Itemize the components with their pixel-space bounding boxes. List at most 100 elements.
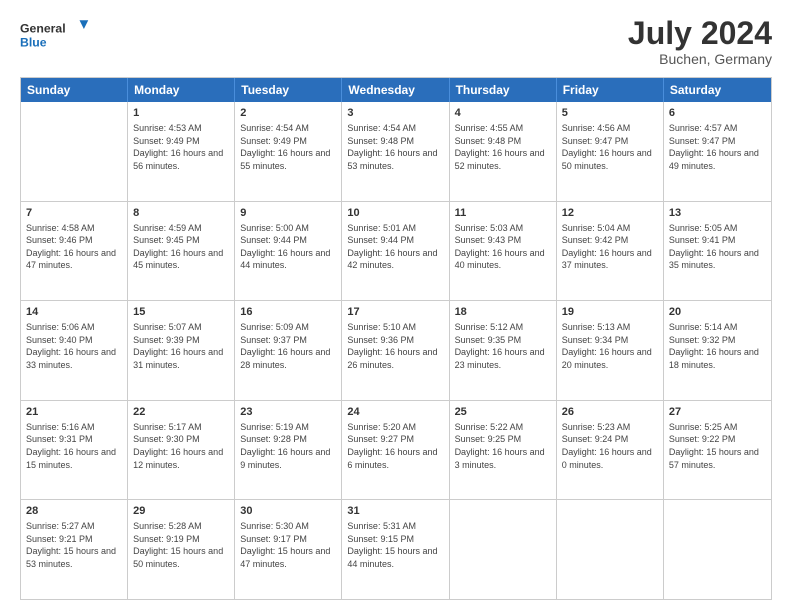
calendar-cell-2-0: 14Sunrise: 5:06 AMSunset: 9:40 PMDayligh… <box>21 301 128 400</box>
calendar-cell-3-5: 26Sunrise: 5:23 AMSunset: 9:24 PMDayligh… <box>557 401 664 500</box>
day-number: 10 <box>347 206 443 221</box>
cell-info: Sunrise: 4:55 AMSunset: 9:48 PMDaylight:… <box>455 122 551 172</box>
day-number: 14 <box>26 305 122 320</box>
cell-info: Sunrise: 5:23 AMSunset: 9:24 PMDaylight:… <box>562 421 658 471</box>
calendar-row-2: 14Sunrise: 5:06 AMSunset: 9:40 PMDayligh… <box>21 300 771 400</box>
day-number: 16 <box>240 305 336 320</box>
calendar-row-4: 28Sunrise: 5:27 AMSunset: 9:21 PMDayligh… <box>21 499 771 599</box>
calendar: SundayMondayTuesdayWednesdayThursdayFrid… <box>20 77 772 600</box>
cell-info: Sunrise: 5:25 AMSunset: 9:22 PMDaylight:… <box>669 421 766 471</box>
cell-info: Sunrise: 5:14 AMSunset: 9:32 PMDaylight:… <box>669 321 766 371</box>
calendar-header: SundayMondayTuesdayWednesdayThursdayFrid… <box>21 78 771 102</box>
calendar-cell-1-4: 11Sunrise: 5:03 AMSunset: 9:43 PMDayligh… <box>450 202 557 301</box>
calendar-cell-3-1: 22Sunrise: 5:17 AMSunset: 9:30 PMDayligh… <box>128 401 235 500</box>
day-number: 21 <box>26 405 122 420</box>
day-number: 6 <box>669 106 766 121</box>
cell-info: Sunrise: 5:19 AMSunset: 9:28 PMDaylight:… <box>240 421 336 471</box>
title-block: July 2024 Buchen, Germany <box>628 16 772 67</box>
calendar-cell-2-3: 17Sunrise: 5:10 AMSunset: 9:36 PMDayligh… <box>342 301 449 400</box>
cell-info: Sunrise: 5:05 AMSunset: 9:41 PMDaylight:… <box>669 222 766 272</box>
cell-info: Sunrise: 4:54 AMSunset: 9:48 PMDaylight:… <box>347 122 443 172</box>
svg-text:General: General <box>20 22 66 36</box>
calendar-cell-0-3: 3Sunrise: 4:54 AMSunset: 9:48 PMDaylight… <box>342 102 449 201</box>
day-number: 13 <box>669 206 766 221</box>
day-number: 2 <box>240 106 336 121</box>
calendar-cell-1-5: 12Sunrise: 5:04 AMSunset: 9:42 PMDayligh… <box>557 202 664 301</box>
day-number: 5 <box>562 106 658 121</box>
cell-info: Sunrise: 4:54 AMSunset: 9:49 PMDaylight:… <box>240 122 336 172</box>
calendar-cell-0-0 <box>21 102 128 201</box>
cell-info: Sunrise: 5:31 AMSunset: 9:15 PMDaylight:… <box>347 520 443 570</box>
calendar-row-1: 7Sunrise: 4:58 AMSunset: 9:46 PMDaylight… <box>21 201 771 301</box>
header-day-monday: Monday <box>128 78 235 102</box>
cell-info: Sunrise: 4:53 AMSunset: 9:49 PMDaylight:… <box>133 122 229 172</box>
logo-svg: General Blue <box>20 16 90 56</box>
header-day-thursday: Thursday <box>450 78 557 102</box>
cell-info: Sunrise: 5:04 AMSunset: 9:42 PMDaylight:… <box>562 222 658 272</box>
calendar-body: 1Sunrise: 4:53 AMSunset: 9:49 PMDaylight… <box>21 102 771 599</box>
day-number: 20 <box>669 305 766 320</box>
day-number: 4 <box>455 106 551 121</box>
header-day-sunday: Sunday <box>21 78 128 102</box>
header-day-tuesday: Tuesday <box>235 78 342 102</box>
cell-info: Sunrise: 5:10 AMSunset: 9:36 PMDaylight:… <box>347 321 443 371</box>
cell-info: Sunrise: 5:13 AMSunset: 9:34 PMDaylight:… <box>562 321 658 371</box>
day-number: 22 <box>133 405 229 420</box>
calendar-cell-0-1: 1Sunrise: 4:53 AMSunset: 9:49 PMDaylight… <box>128 102 235 201</box>
day-number: 29 <box>133 504 229 519</box>
cell-info: Sunrise: 5:27 AMSunset: 9:21 PMDaylight:… <box>26 520 122 570</box>
subtitle: Buchen, Germany <box>628 51 772 67</box>
cell-info: Sunrise: 5:09 AMSunset: 9:37 PMDaylight:… <box>240 321 336 371</box>
calendar-cell-0-6: 6Sunrise: 4:57 AMSunset: 9:47 PMDaylight… <box>664 102 771 201</box>
calendar-cell-2-5: 19Sunrise: 5:13 AMSunset: 9:34 PMDayligh… <box>557 301 664 400</box>
day-number: 26 <box>562 405 658 420</box>
day-number: 3 <box>347 106 443 121</box>
day-number: 30 <box>240 504 336 519</box>
day-number: 11 <box>455 206 551 221</box>
day-number: 19 <box>562 305 658 320</box>
cell-info: Sunrise: 4:58 AMSunset: 9:46 PMDaylight:… <box>26 222 122 272</box>
calendar-cell-1-6: 13Sunrise: 5:05 AMSunset: 9:41 PMDayligh… <box>664 202 771 301</box>
day-number: 18 <box>455 305 551 320</box>
day-number: 1 <box>133 106 229 121</box>
calendar-cell-4-4 <box>450 500 557 599</box>
calendar-cell-1-0: 7Sunrise: 4:58 AMSunset: 9:46 PMDaylight… <box>21 202 128 301</box>
calendar-cell-4-3: 31Sunrise: 5:31 AMSunset: 9:15 PMDayligh… <box>342 500 449 599</box>
cell-info: Sunrise: 5:12 AMSunset: 9:35 PMDaylight:… <box>455 321 551 371</box>
day-number: 25 <box>455 405 551 420</box>
calendar-cell-0-5: 5Sunrise: 4:56 AMSunset: 9:47 PMDaylight… <box>557 102 664 201</box>
day-number: 31 <box>347 504 443 519</box>
calendar-cell-2-2: 16Sunrise: 5:09 AMSunset: 9:37 PMDayligh… <box>235 301 342 400</box>
header-day-wednesday: Wednesday <box>342 78 449 102</box>
calendar-cell-1-2: 9Sunrise: 5:00 AMSunset: 9:44 PMDaylight… <box>235 202 342 301</box>
calendar-cell-2-1: 15Sunrise: 5:07 AMSunset: 9:39 PMDayligh… <box>128 301 235 400</box>
day-number: 12 <box>562 206 658 221</box>
cell-info: Sunrise: 5:22 AMSunset: 9:25 PMDaylight:… <box>455 421 551 471</box>
calendar-cell-1-1: 8Sunrise: 4:59 AMSunset: 9:45 PMDaylight… <box>128 202 235 301</box>
calendar-cell-4-6 <box>664 500 771 599</box>
calendar-cell-3-0: 21Sunrise: 5:16 AMSunset: 9:31 PMDayligh… <box>21 401 128 500</box>
header-day-saturday: Saturday <box>664 78 771 102</box>
calendar-cell-1-3: 10Sunrise: 5:01 AMSunset: 9:44 PMDayligh… <box>342 202 449 301</box>
calendar-row-0: 1Sunrise: 4:53 AMSunset: 9:49 PMDaylight… <box>21 102 771 201</box>
cell-info: Sunrise: 5:17 AMSunset: 9:30 PMDaylight:… <box>133 421 229 471</box>
calendar-row-3: 21Sunrise: 5:16 AMSunset: 9:31 PMDayligh… <box>21 400 771 500</box>
cell-info: Sunrise: 5:16 AMSunset: 9:31 PMDaylight:… <box>26 421 122 471</box>
cell-info: Sunrise: 5:28 AMSunset: 9:19 PMDaylight:… <box>133 520 229 570</box>
calendar-cell-3-6: 27Sunrise: 5:25 AMSunset: 9:22 PMDayligh… <box>664 401 771 500</box>
calendar-cell-3-2: 23Sunrise: 5:19 AMSunset: 9:28 PMDayligh… <box>235 401 342 500</box>
day-number: 17 <box>347 305 443 320</box>
calendar-cell-4-0: 28Sunrise: 5:27 AMSunset: 9:21 PMDayligh… <box>21 500 128 599</box>
cell-info: Sunrise: 5:20 AMSunset: 9:27 PMDaylight:… <box>347 421 443 471</box>
cell-info: Sunrise: 5:03 AMSunset: 9:43 PMDaylight:… <box>455 222 551 272</box>
calendar-cell-2-4: 18Sunrise: 5:12 AMSunset: 9:35 PMDayligh… <box>450 301 557 400</box>
calendar-cell-4-1: 29Sunrise: 5:28 AMSunset: 9:19 PMDayligh… <box>128 500 235 599</box>
main-title: July 2024 <box>628 16 772 51</box>
day-number: 7 <box>26 206 122 221</box>
day-number: 8 <box>133 206 229 221</box>
cell-info: Sunrise: 5:00 AMSunset: 9:44 PMDaylight:… <box>240 222 336 272</box>
cell-info: Sunrise: 4:57 AMSunset: 9:47 PMDaylight:… <box>669 122 766 172</box>
day-number: 28 <box>26 504 122 519</box>
calendar-cell-0-2: 2Sunrise: 4:54 AMSunset: 9:49 PMDaylight… <box>235 102 342 201</box>
calendar-cell-4-5 <box>557 500 664 599</box>
